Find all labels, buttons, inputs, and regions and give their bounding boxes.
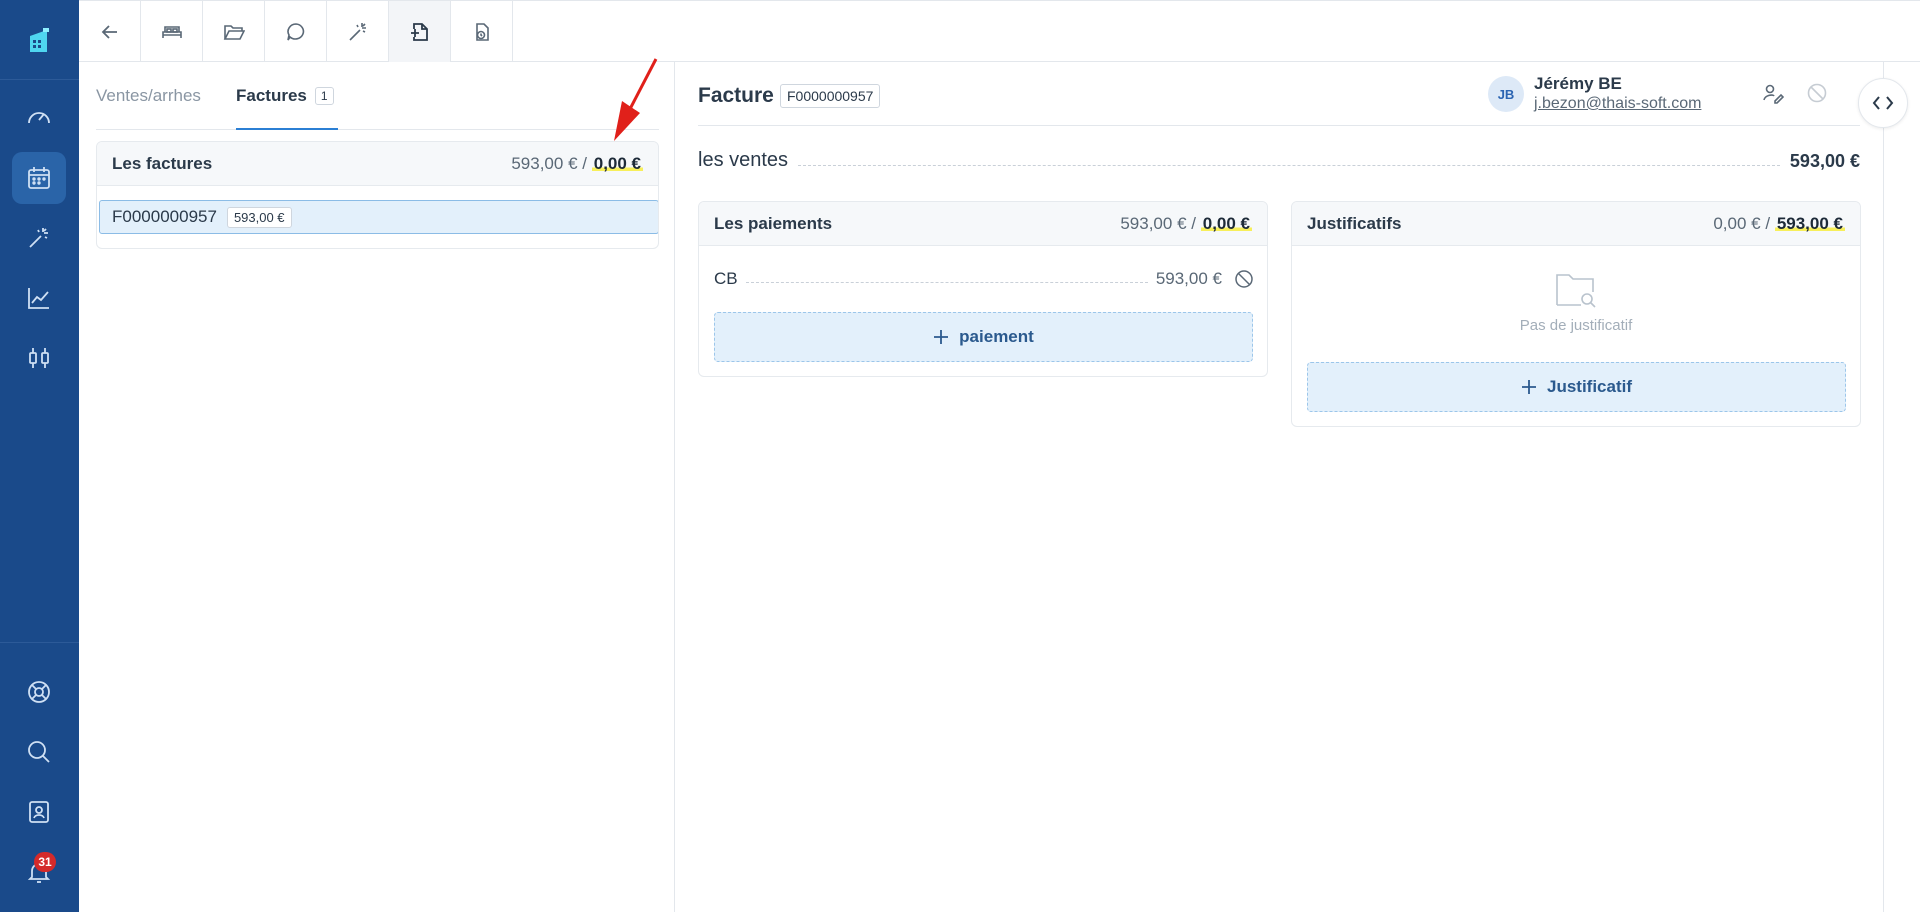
- dotted-leader: [745, 281, 1148, 283]
- sales-label: les ventes: [698, 149, 789, 171]
- add-document-label: Justificatif: [1546, 377, 1633, 396]
- payments-remaining: 0,00 €: [1200, 213, 1252, 233]
- add-payment-button[interactable]: paiement: [714, 312, 1253, 362]
- payment-amount: 593,00 €: [1155, 269, 1222, 288]
- tab-ventes-arrhes[interactable]: Ventes/arrhes: [96, 86, 201, 130]
- logo-icon[interactable]: [0, 0, 79, 80]
- invoices-card-header: Les factures 593,00 € / 0,00 €: [97, 142, 658, 186]
- magic-wand-icon[interactable]: [12, 212, 66, 264]
- payment-method: CB: [714, 269, 738, 288]
- invoice-list-item[interactable]: F0000000957 593,00 €: [99, 200, 658, 234]
- bell-icon[interactable]: 31: [12, 846, 66, 898]
- amount-separator: /: [1191, 213, 1196, 233]
- documents-card-amounts: 0,00 € / 593,00 €: [1713, 213, 1845, 234]
- calendar-icon[interactable]: [12, 152, 66, 204]
- documents-card-header: Justificatifs 0,00 € / 593,00 €: [1292, 202, 1860, 246]
- settings-sliders-icon[interactable]: [12, 332, 66, 384]
- page-title: Facture: [698, 84, 774, 107]
- user-email-link[interactable]: j.bezon@thais-soft.com: [1534, 95, 1701, 113]
- payments-total: 593,00 €: [1120, 213, 1187, 233]
- chart-icon[interactable]: [12, 272, 66, 324]
- contacts-icon[interactable]: [12, 786, 66, 838]
- documents-total: 0,00 €: [1713, 213, 1761, 233]
- invoice-detail-panel: Facture F0000000957 JB Jérémy BE j.bezon…: [676, 62, 1884, 912]
- add-payment-label: paiement: [959, 327, 1034, 346]
- invoice-amount-chip: 593,00 €: [226, 206, 292, 228]
- invoices-card-amounts: 593,00 € / 0,00 €: [511, 153, 643, 174]
- documents-card: Justificatifs 0,00 € / 593,00 € Pas de j…: [1291, 201, 1861, 427]
- invoices-card-title: Les factures: [112, 153, 213, 173]
- invoices-card: Les factures 593,00 € / 0,00 € F00000009…: [96, 141, 659, 249]
- documents-remaining: 593,00 €: [1774, 213, 1845, 233]
- invoice-number: F0000000957: [112, 207, 217, 226]
- search-icon[interactable]: [12, 726, 66, 778]
- dashboard-icon[interactable]: [12, 92, 66, 144]
- plus-icon: [933, 329, 949, 345]
- payment-line: CB 593,00 €: [714, 264, 1254, 294]
- chat-icon[interactable]: [265, 1, 327, 62]
- amount-separator: /: [1765, 213, 1771, 233]
- sidebar: 31: [0, 0, 79, 912]
- sales-amount: 593,00 €: [1789, 151, 1860, 171]
- payments-card-title: Les paiements: [714, 213, 833, 233]
- invoices-total: 593,00 €: [511, 153, 578, 173]
- folder-icon[interactable]: [203, 1, 265, 62]
- back-arrow-icon[interactable]: [79, 1, 141, 62]
- notification-badge: 31: [34, 852, 56, 872]
- payments-card-header: Les paiements 593,00 € / 0,00 €: [699, 202, 1267, 246]
- sales-summary-row: les ventes 593,00 €: [698, 142, 1860, 172]
- bed-icon[interactable]: [141, 1, 203, 62]
- tab-bar: Ventes/arrhes Factures 1: [96, 76, 659, 130]
- help-icon[interactable]: [12, 666, 66, 718]
- tab-factures[interactable]: Factures 1: [236, 86, 338, 130]
- payments-card-amounts: 593,00 € / 0,00 €: [1120, 213, 1252, 234]
- magic-wand-icon[interactable]: [327, 1, 389, 62]
- top-toolbar: [79, 0, 1920, 62]
- cancel-icon[interactable]: [1802, 78, 1832, 108]
- add-document-button[interactable]: Justificatif: [1307, 362, 1846, 412]
- toggle-panel-button[interactable]: [1858, 78, 1908, 128]
- tab-label: Ventes/arrhes: [96, 86, 201, 105]
- empty-state: Pas de justificatif: [1292, 272, 1860, 334]
- code-brackets-icon: [1872, 95, 1894, 111]
- plus-icon: [1521, 379, 1537, 395]
- annotation-arrow: [614, 58, 658, 141]
- invoice-list-panel: Ventes/arrhes Factures 1 Les factures 59…: [79, 62, 675, 912]
- documents-card-title: Justificatifs: [1307, 213, 1402, 233]
- history-icon[interactable]: [451, 1, 513, 62]
- invoice-header: Facture F0000000957 JB Jérémy BE j.bezon…: [698, 74, 1860, 126]
- invoice-number-chip: F0000000957: [780, 84, 881, 108]
- empty-state-text: Pas de justificatif: [1519, 317, 1633, 334]
- dotted-leader: [798, 165, 1780, 166]
- user-name: Jérémy BE: [1534, 74, 1622, 93]
- avatar: JB: [1488, 76, 1524, 112]
- cancel-payment-icon[interactable]: [1234, 269, 1254, 289]
- edit-user-icon[interactable]: [1758, 78, 1788, 108]
- invoices-remaining: 0,00 €: [591, 153, 643, 173]
- folder-search-icon: [1555, 272, 1597, 313]
- tab-count-badge: 1: [314, 87, 334, 105]
- sidebar-divider: [0, 642, 79, 643]
- invoice-add-icon[interactable]: [389, 1, 451, 62]
- payments-card: Les paiements 593,00 € / 0,00 € CB 593,0…: [698, 201, 1268, 377]
- amount-separator: /: [582, 153, 587, 173]
- tab-label: Factures: [236, 86, 307, 105]
